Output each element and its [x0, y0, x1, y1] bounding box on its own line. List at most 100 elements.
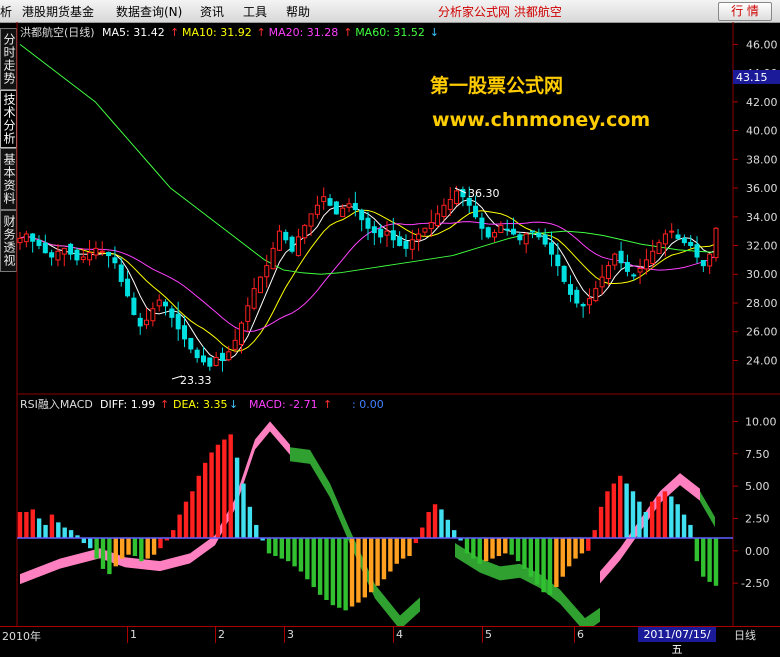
- candle-body: [479, 217, 485, 229]
- watermark-url: www.chnmoney.com: [432, 109, 650, 131]
- window-title: 分析家公式网 洪都航空: [438, 5, 562, 19]
- candle-body: [49, 252, 55, 258]
- time-tick: [127, 627, 128, 643]
- candle-body: [561, 265, 567, 282]
- macd-bar: [17, 512, 23, 538]
- dea-arrow: ↓: [229, 398, 238, 411]
- ma-legend-arrow: ↑: [170, 26, 179, 39]
- candle-body: [346, 203, 352, 208]
- candle-body: [42, 242, 48, 254]
- candle-body: [112, 257, 118, 264]
- candle-body: [314, 204, 320, 215]
- period-label[interactable]: 日线: [734, 627, 756, 643]
- low-annotation: 23.33: [171, 374, 212, 387]
- macd-bar: [279, 538, 284, 559]
- candle-body: [675, 234, 681, 239]
- menu-item[interactable]: 港股期货基金: [22, 3, 94, 20]
- macd-bar: [579, 538, 585, 554]
- candle-body: [365, 217, 371, 229]
- y-tick-label: 32.00: [746, 240, 778, 253]
- macd-bar: [145, 538, 150, 559]
- macd-bar: [100, 538, 106, 569]
- candle-body: [435, 213, 441, 227]
- candle-body: [580, 304, 586, 307]
- candle-body: [498, 224, 504, 233]
- macd-bar: [43, 524, 48, 538]
- y-tick-label: 30.00: [746, 268, 778, 281]
- macd-bar: [241, 483, 246, 538]
- macd-bar: [139, 538, 144, 562]
- candle-body: [390, 230, 396, 241]
- quote-button[interactable]: 行 情: [718, 2, 772, 21]
- y-tick-label: 0.00: [745, 545, 770, 558]
- y-tick-label: 28.00: [746, 297, 778, 310]
- macd-bar: [535, 538, 540, 585]
- macd-bar: [413, 538, 419, 544]
- macd-bar: [452, 530, 457, 538]
- candle-body: [473, 205, 479, 218]
- candle-body: [194, 349, 200, 359]
- macd-bar: [426, 512, 431, 538]
- candle-body: [106, 252, 112, 257]
- macd-bar: [113, 538, 118, 567]
- ma-legend-value: MA20: 31.28: [269, 26, 339, 39]
- menu-item[interactable]: 资讯: [200, 3, 224, 20]
- candle-body: [169, 308, 175, 318]
- macd-bar: [624, 483, 629, 538]
- stock-title: 洪都航空(日线): [20, 25, 95, 39]
- extra-value: : 0.00: [352, 398, 384, 411]
- macd-bar: [215, 444, 221, 538]
- macd-bar: [349, 538, 355, 607]
- candle-body: [163, 301, 169, 307]
- candle-body: [93, 247, 99, 256]
- dea-value: DEA: 3.35: [173, 398, 227, 411]
- diff-value: DIFF: 1.99: [100, 398, 155, 411]
- candle-body: [80, 256, 86, 260]
- time-axis: 2010年 1 2 3 4 5 6 2011/07/15/五 日线: [0, 626, 780, 656]
- candle-body: [511, 228, 517, 235]
- macd-bar: [202, 462, 208, 538]
- candle-body: [428, 222, 434, 230]
- macd-bar: [464, 538, 470, 554]
- menu-item[interactable]: 析: [0, 3, 12, 20]
- chart-area[interactable]: 46.0044.0042.0040.0038.0036.0034.0032.00…: [0, 22, 780, 626]
- macd-bar: [694, 538, 700, 562]
- candle-body: [200, 355, 206, 363]
- candle-body: [61, 247, 67, 255]
- macd-bar: [605, 491, 610, 538]
- macd-bar: [36, 518, 42, 538]
- macd-bar: [88, 538, 93, 549]
- candle-body: [447, 199, 453, 210]
- candle-body: [55, 250, 61, 261]
- macd-bar: [554, 538, 559, 588]
- macd-bar: [560, 538, 565, 577]
- macd-bar: [477, 538, 482, 564]
- macd-bar: [528, 538, 534, 577]
- candle-body: [378, 228, 384, 238]
- macd-bar: [356, 538, 361, 603]
- menu-item[interactable]: 帮助: [286, 3, 310, 20]
- indicator-y-axis: 10.00 7.50 5.00 2.50 0.00 -2.50: [733, 415, 777, 590]
- macd-bar: [317, 538, 323, 595]
- candle-body: [688, 241, 694, 247]
- candle-body: [548, 242, 554, 255]
- y-tick-label: 24.00: [746, 354, 778, 367]
- macd-bar: [400, 538, 406, 559]
- macd-bar: [177, 514, 182, 538]
- y-tick-label: 5.00: [745, 480, 770, 493]
- macd-bar: [490, 538, 495, 559]
- candle-body: [605, 265, 611, 280]
- macd-bar: [471, 538, 476, 559]
- price-header: 洪都航空(日线) MA5: 31.42 ↑ MA10: 31.92 ↑ MA20: 31…: [20, 25, 439, 39]
- candle-body: [257, 276, 263, 294]
- time-label: 4: [396, 628, 403, 641]
- candle-body: [612, 253, 618, 266]
- candle-body: [302, 224, 308, 239]
- candle-body: [283, 231, 289, 241]
- candle-body: [371, 226, 377, 234]
- menu-item[interactable]: 工具: [243, 3, 267, 20]
- candle-body: [485, 227, 491, 238]
- macd-value: MACD: -2.71: [249, 398, 318, 411]
- menu-item[interactable]: 数据查询(N): [116, 3, 182, 20]
- candle-body: [643, 259, 649, 270]
